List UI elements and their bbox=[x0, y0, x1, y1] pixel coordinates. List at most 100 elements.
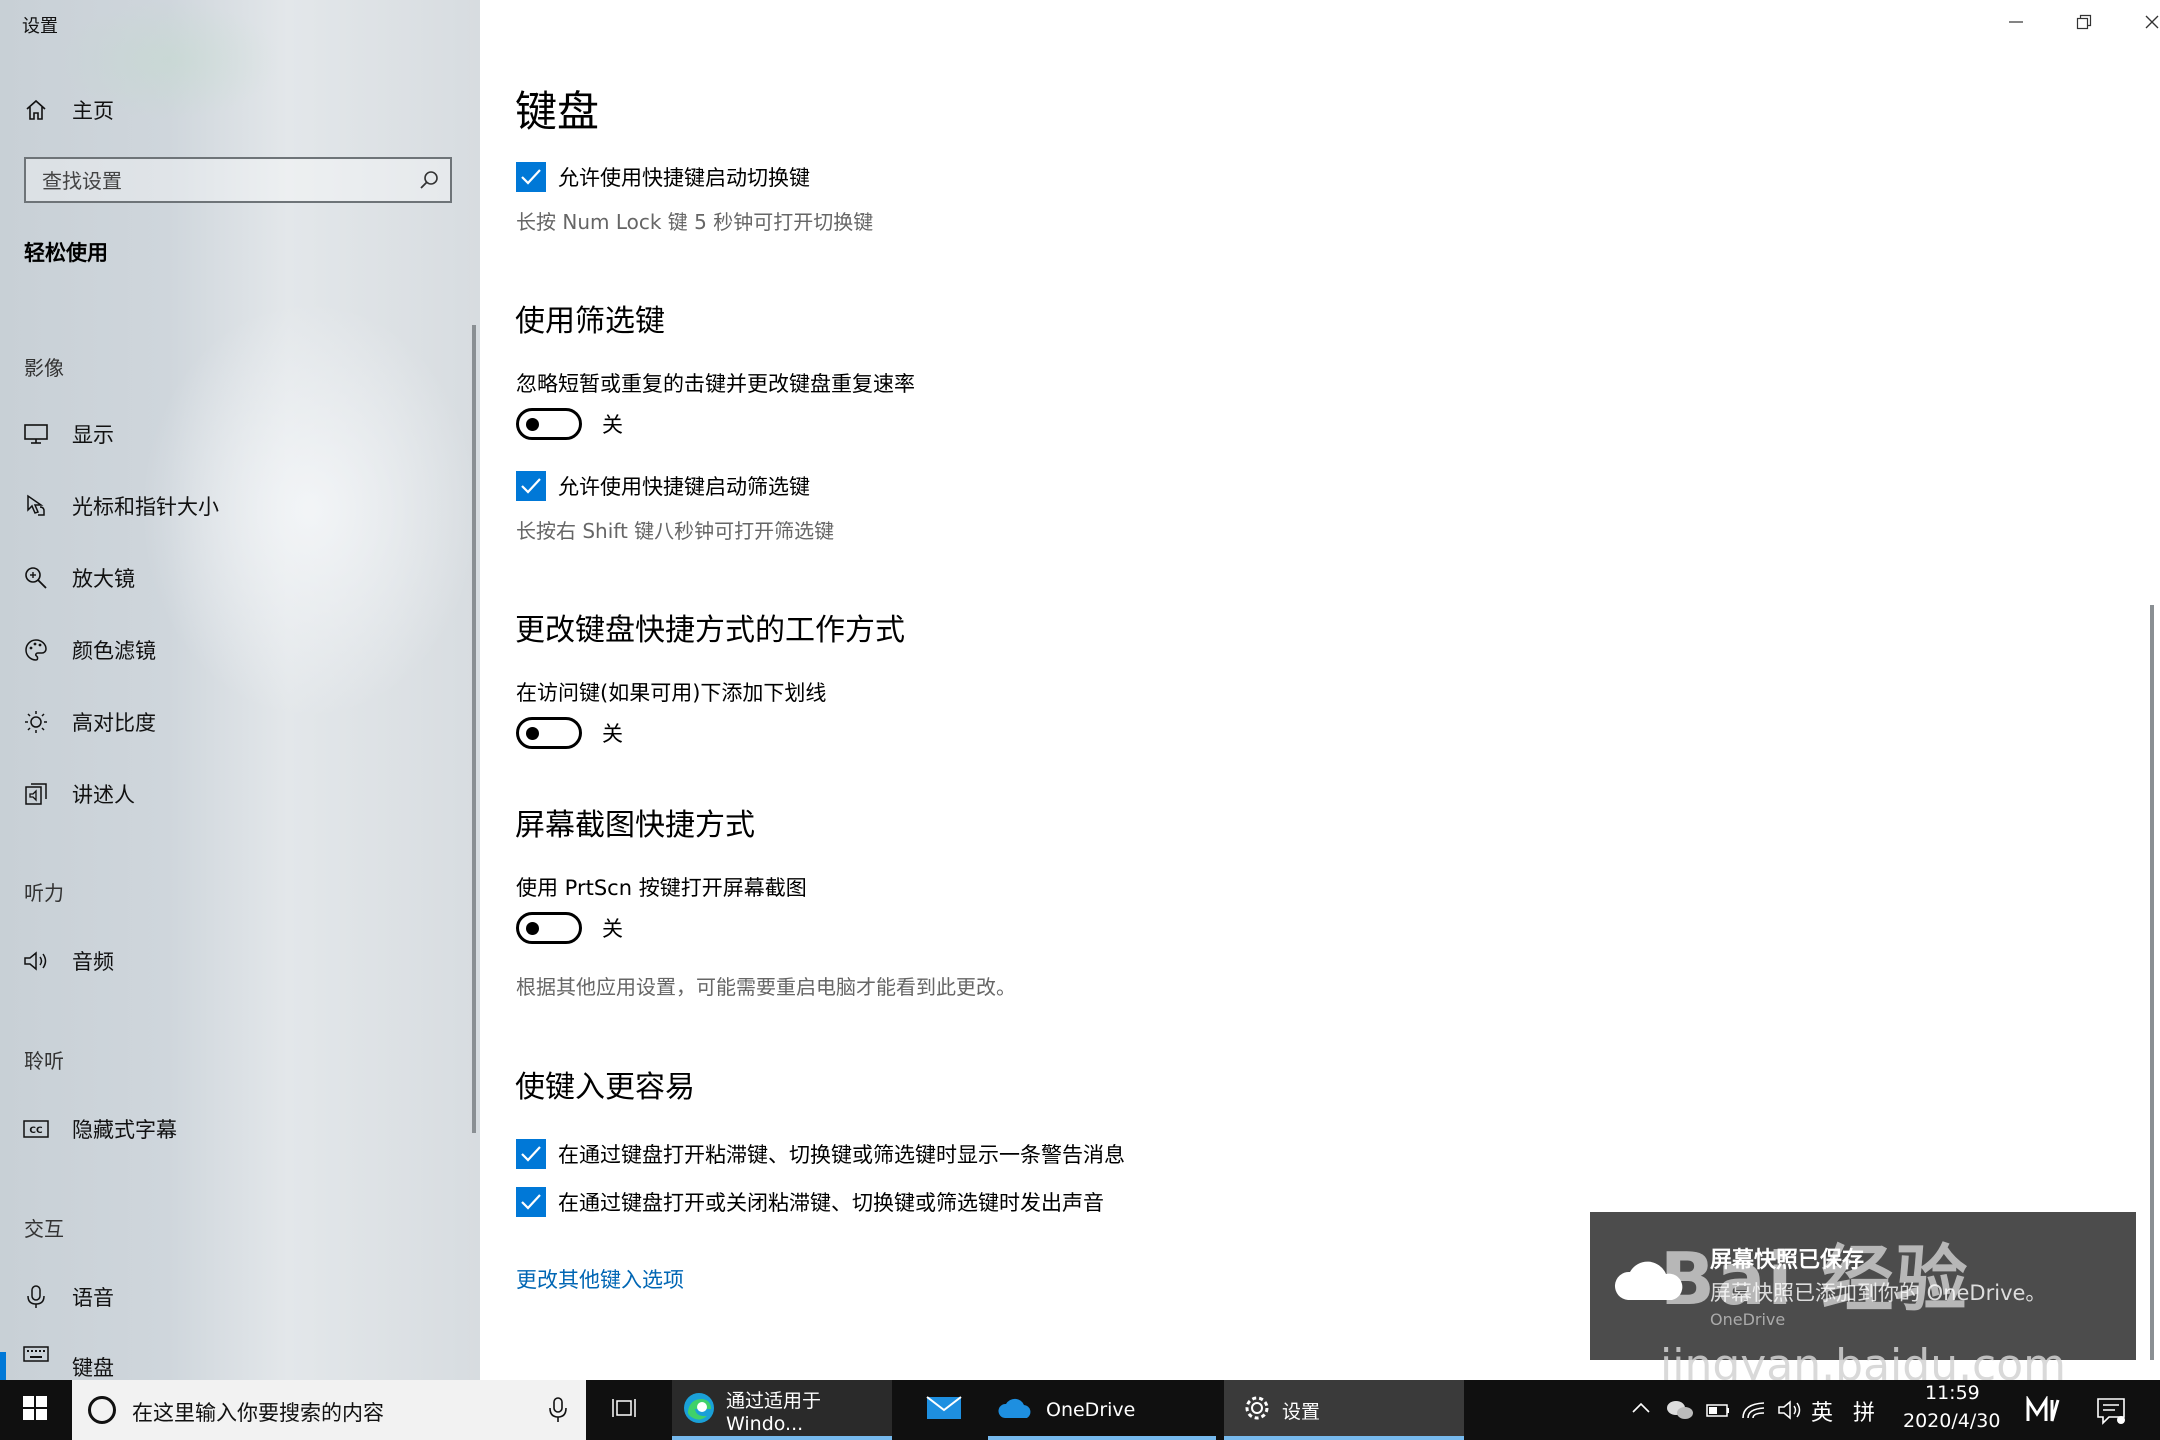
checkbox-label: 允许使用快捷键启动切换键 bbox=[558, 166, 810, 190]
gear-icon bbox=[1242, 1393, 1272, 1427]
active-app-underline bbox=[988, 1436, 1216, 1440]
minimize-button[interactable] bbox=[1982, 0, 2050, 48]
filter-keys-toggle[interactable]: 关 bbox=[516, 408, 623, 440]
close-icon bbox=[2144, 14, 2160, 34]
clock-date[interactable]: 2020/4/30 bbox=[1903, 1410, 2000, 1432]
notification-icon[interactable] bbox=[2095, 1396, 2127, 1430]
taskbar-search[interactable]: 在这里输入你要搜索的内容 bbox=[72, 1380, 586, 1440]
sidebar-item-high-contrast[interactable]: 高对比度 bbox=[0, 692, 470, 752]
taskbar-app-label: 通过适用于 Windo... bbox=[726, 1389, 822, 1435]
restore-button[interactable] bbox=[2050, 0, 2118, 48]
sidebar-item-keyboard[interactable]: 键盘 bbox=[0, 1338, 470, 1380]
magnifier-icon bbox=[22, 564, 50, 592]
clock-time[interactable]: 11:59 bbox=[1925, 1382, 1980, 1404]
page-title: 键盘 bbox=[515, 87, 600, 136]
ime-language[interactable]: 英 bbox=[1811, 1395, 1833, 1427]
search-input[interactable] bbox=[40, 167, 404, 195]
minimize-icon bbox=[2008, 14, 2024, 34]
volume-icon[interactable] bbox=[1776, 1397, 1804, 1427]
sidebar-item-label: 讲述人 bbox=[72, 783, 135, 807]
print-screen-header: 屏幕截图快捷方式 bbox=[515, 808, 755, 843]
speaker-icon bbox=[22, 947, 50, 975]
sidebar-scrollbar[interactable] bbox=[472, 325, 476, 1133]
toggle-keys-shortcut-checkbox[interactable]: 允许使用快捷键启动切换键 bbox=[516, 162, 810, 192]
checkbox-label: 在通过键盘打开或关闭粘滞键、切换键或筛选键时发出声音 bbox=[558, 1191, 1104, 1215]
sidebar-item-label: 显示 bbox=[72, 423, 114, 447]
close-button[interactable] bbox=[2118, 0, 2160, 48]
wechat-icon[interactable] bbox=[1665, 1398, 1695, 1426]
ime-mode[interactable]: 拼 bbox=[1853, 1395, 1875, 1427]
typing-easier-header: 使键入更容易 bbox=[515, 1070, 695, 1105]
start-button[interactable] bbox=[0, 1380, 70, 1440]
sidebar-item-audio[interactable]: 音频 bbox=[0, 931, 470, 991]
sidebar-item-speech[interactable]: 语音 bbox=[0, 1267, 470, 1327]
sidebar-item-display[interactable]: 显示 bbox=[0, 404, 470, 464]
sidebar-item-label: 主页 bbox=[72, 99, 114, 123]
sidebar-item-label: 光标和指针大小 bbox=[72, 495, 219, 519]
main-content: 键盘 允许使用快捷键启动切换键 长按 Num Lock 键 5 秒钟可打开切换键… bbox=[480, 0, 2160, 1380]
baidu-watermark: Bai 经验 bbox=[1660, 1237, 1970, 1321]
group-header-listen: 聆听 bbox=[24, 1049, 64, 1073]
sidebar-item-label: 放大镜 bbox=[72, 567, 135, 591]
search-icon[interactable] bbox=[418, 169, 440, 191]
mail-icon bbox=[926, 1394, 962, 1426]
more-typing-options-link[interactable]: 更改其他键入选项 bbox=[516, 1264, 684, 1294]
taskbar-app-edge[interactable]: 通过适用于 Windo... bbox=[672, 1380, 892, 1440]
print-screen-toggle[interactable]: 关 bbox=[516, 912, 623, 944]
chevron-up-icon[interactable] bbox=[1630, 1400, 1652, 1420]
toggle-switch[interactable] bbox=[516, 717, 582, 749]
edge-icon bbox=[682, 1391, 716, 1429]
underline-access-keys-label: 在访问键(如果可用)下添加下划线 bbox=[516, 681, 827, 705]
taskbar-app-settings[interactable]: 设置 bbox=[1224, 1380, 1464, 1440]
sidebar-item-label: 颜色滤镜 bbox=[72, 639, 156, 663]
active-app-underline bbox=[672, 1436, 892, 1440]
toggle-state: 关 bbox=[602, 722, 623, 746]
taskbar-app-onedrive[interactable]: OneDrive bbox=[988, 1380, 1216, 1440]
narrator-icon bbox=[22, 780, 50, 808]
taskbar-app-label: OneDrive bbox=[1046, 1399, 1136, 1421]
checkbox-checked[interactable] bbox=[516, 162, 546, 192]
taskbar-app-mail[interactable] bbox=[918, 1380, 970, 1440]
section-title: 轻松使用 bbox=[24, 241, 108, 265]
sidebar-item-label: 高对比度 bbox=[72, 711, 156, 735]
settings-search[interactable] bbox=[24, 157, 452, 203]
checkbox-checked[interactable] bbox=[516, 471, 546, 501]
print-screen-hint: 根据其他应用设置，可能需要重启电脑才能看到此更改。 bbox=[516, 975, 1016, 999]
sidebar-item-narrator[interactable]: 讲述人 bbox=[0, 764, 470, 824]
warning-message-checkbox[interactable]: 在通过键盘打开粘滞键、切换键或筛选键时显示一条警告消息 bbox=[516, 1139, 1125, 1169]
taskbar-search-text: 在这里输入你要搜索的内容 bbox=[132, 1401, 384, 1425]
toggle-switch[interactable] bbox=[516, 912, 582, 944]
sidebar-item-home[interactable]: 主页 bbox=[0, 80, 470, 140]
wifi-icon[interactable] bbox=[1740, 1398, 1768, 1426]
brightness-icon bbox=[22, 708, 50, 736]
microphone-icon[interactable] bbox=[548, 1396, 568, 1428]
toggle-knob bbox=[526, 418, 539, 431]
sidebar-item-magnifier[interactable]: 放大镜 bbox=[0, 548, 470, 608]
toggle-state: 关 bbox=[602, 917, 623, 941]
sidebar-item-label: 隐藏式字幕 bbox=[72, 1118, 177, 1142]
toggle-state: 关 bbox=[602, 413, 623, 437]
checkbox-checked[interactable] bbox=[516, 1187, 546, 1217]
group-header-hearing: 听力 bbox=[24, 881, 64, 905]
main-scrollbar[interactable] bbox=[2150, 605, 2154, 1360]
sidebar-item-label: 语音 bbox=[72, 1286, 114, 1310]
home-icon bbox=[22, 96, 50, 124]
checkbox-checked[interactable] bbox=[516, 1139, 546, 1169]
checkbox-label: 允许使用快捷键启动筛选键 bbox=[558, 475, 810, 499]
sound-checkbox[interactable]: 在通过键盘打开或关闭粘滞键、切换键或筛选键时发出声音 bbox=[516, 1187, 1104, 1217]
toggle-knob bbox=[526, 727, 539, 740]
task-view-button[interactable] bbox=[600, 1380, 648, 1440]
keyboard-icon bbox=[22, 1340, 50, 1368]
toggle-switch[interactable] bbox=[516, 408, 582, 440]
m-logo-icon[interactable] bbox=[2025, 1394, 2061, 1428]
toggle-knob bbox=[526, 922, 539, 935]
filter-keys-shortcut-checkbox[interactable]: 允许使用快捷键启动筛选键 bbox=[516, 471, 810, 501]
checkbox-label: 在通过键盘打开粘滞键、切换键或筛选键时显示一条警告消息 bbox=[558, 1143, 1125, 1167]
underline-access-keys-toggle[interactable]: 关 bbox=[516, 717, 623, 749]
shortcut-behavior-header: 更改键盘快捷方式的工作方式 bbox=[515, 613, 905, 648]
sidebar-item-pointer[interactable]: 光标和指针大小 bbox=[0, 476, 470, 536]
sidebar-item-captions[interactable]: CC 隐藏式字幕 bbox=[0, 1099, 470, 1159]
sidebar-item-color-filters[interactable]: 颜色滤镜 bbox=[0, 620, 470, 680]
battery-icon[interactable] bbox=[1704, 1398, 1732, 1426]
cc-icon: CC bbox=[22, 1115, 50, 1143]
